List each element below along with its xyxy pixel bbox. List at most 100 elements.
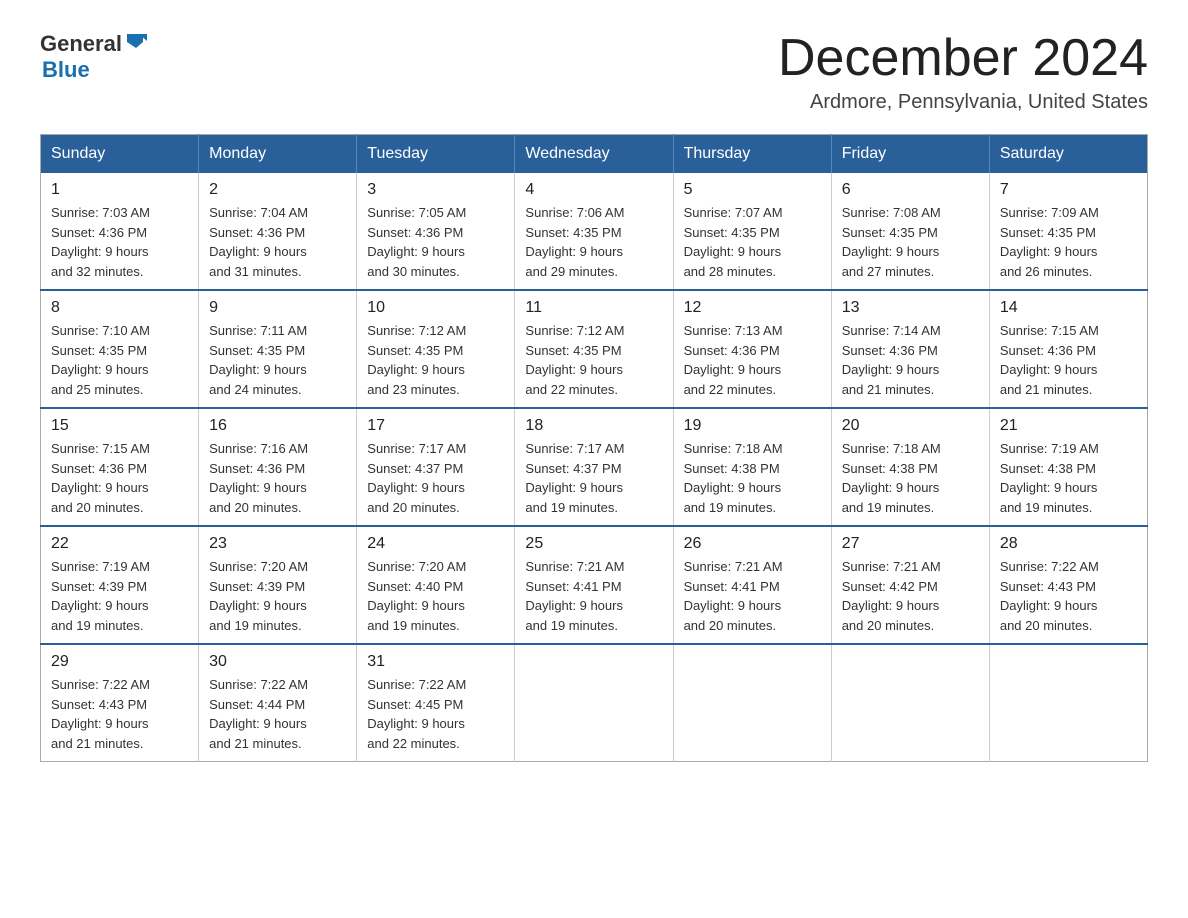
calendar-cell: 23 Sunrise: 7:20 AMSunset: 4:39 PMDaylig…	[199, 526, 357, 644]
day-number: 30	[209, 653, 346, 671]
page-header: General Blue December 2024 Ardmore, Penn…	[40, 30, 1148, 114]
calendar-cell: 22 Sunrise: 7:19 AMSunset: 4:39 PMDaylig…	[41, 526, 199, 644]
col-header-friday: Friday	[831, 135, 989, 174]
day-number: 2	[209, 181, 346, 199]
day-info: Sunrise: 7:15 AMSunset: 4:36 PMDaylight:…	[1000, 321, 1137, 399]
day-number: 6	[842, 181, 979, 199]
day-number: 3	[367, 181, 504, 199]
day-info: Sunrise: 7:03 AMSunset: 4:36 PMDaylight:…	[51, 203, 188, 281]
day-info: Sunrise: 7:19 AMSunset: 4:38 PMDaylight:…	[1000, 439, 1137, 517]
day-info: Sunrise: 7:22 AMSunset: 4:45 PMDaylight:…	[367, 675, 504, 753]
day-info: Sunrise: 7:20 AMSunset: 4:39 PMDaylight:…	[209, 557, 346, 635]
col-header-monday: Monday	[199, 135, 357, 174]
calendar-cell: 30 Sunrise: 7:22 AMSunset: 4:44 PMDaylig…	[199, 644, 357, 762]
calendar-cell: 24 Sunrise: 7:20 AMSunset: 4:40 PMDaylig…	[357, 526, 515, 644]
calendar-cell: 20 Sunrise: 7:18 AMSunset: 4:38 PMDaylig…	[831, 408, 989, 526]
day-number: 14	[1000, 299, 1137, 317]
calendar-cell: 5 Sunrise: 7:07 AMSunset: 4:35 PMDayligh…	[673, 173, 831, 290]
day-number: 4	[525, 181, 662, 199]
day-number: 11	[525, 299, 662, 317]
calendar-cell: 6 Sunrise: 7:08 AMSunset: 4:35 PMDayligh…	[831, 173, 989, 290]
calendar-cell: 4 Sunrise: 7:06 AMSunset: 4:35 PMDayligh…	[515, 173, 673, 290]
day-info: Sunrise: 7:06 AMSunset: 4:35 PMDaylight:…	[525, 203, 662, 281]
calendar-cell	[831, 644, 989, 762]
calendar-cell: 28 Sunrise: 7:22 AMSunset: 4:43 PMDaylig…	[989, 526, 1147, 644]
day-info: Sunrise: 7:11 AMSunset: 4:35 PMDaylight:…	[209, 321, 346, 399]
day-number: 26	[684, 535, 821, 553]
day-number: 29	[51, 653, 188, 671]
calendar-cell: 14 Sunrise: 7:15 AMSunset: 4:36 PMDaylig…	[989, 290, 1147, 408]
day-number: 22	[51, 535, 188, 553]
day-number: 13	[842, 299, 979, 317]
location-title: Ardmore, Pennsylvania, United States	[778, 91, 1148, 114]
day-info: Sunrise: 7:05 AMSunset: 4:36 PMDaylight:…	[367, 203, 504, 281]
logo-general: General	[40, 31, 122, 57]
col-header-saturday: Saturday	[989, 135, 1147, 174]
day-info: Sunrise: 7:13 AMSunset: 4:36 PMDaylight:…	[684, 321, 821, 399]
day-number: 24	[367, 535, 504, 553]
calendar-cell: 2 Sunrise: 7:04 AMSunset: 4:36 PMDayligh…	[199, 173, 357, 290]
day-number: 1	[51, 181, 188, 199]
day-info: Sunrise: 7:09 AMSunset: 4:35 PMDaylight:…	[1000, 203, 1137, 281]
calendar-cell: 7 Sunrise: 7:09 AMSunset: 4:35 PMDayligh…	[989, 173, 1147, 290]
day-number: 9	[209, 299, 346, 317]
calendar-cell: 21 Sunrise: 7:19 AMSunset: 4:38 PMDaylig…	[989, 408, 1147, 526]
calendar-cell: 16 Sunrise: 7:16 AMSunset: 4:36 PMDaylig…	[199, 408, 357, 526]
day-number: 31	[367, 653, 504, 671]
calendar-cell: 29 Sunrise: 7:22 AMSunset: 4:43 PMDaylig…	[41, 644, 199, 762]
calendar-cell: 8 Sunrise: 7:10 AMSunset: 4:35 PMDayligh…	[41, 290, 199, 408]
day-info: Sunrise: 7:08 AMSunset: 4:35 PMDaylight:…	[842, 203, 979, 281]
title-section: December 2024 Ardmore, Pennsylvania, Uni…	[778, 30, 1148, 114]
day-number: 17	[367, 417, 504, 435]
calendar-cell: 25 Sunrise: 7:21 AMSunset: 4:41 PMDaylig…	[515, 526, 673, 644]
day-info: Sunrise: 7:14 AMSunset: 4:36 PMDaylight:…	[842, 321, 979, 399]
calendar-cell: 13 Sunrise: 7:14 AMSunset: 4:36 PMDaylig…	[831, 290, 989, 408]
day-info: Sunrise: 7:19 AMSunset: 4:39 PMDaylight:…	[51, 557, 188, 635]
calendar-cell: 10 Sunrise: 7:12 AMSunset: 4:35 PMDaylig…	[357, 290, 515, 408]
calendar-cell	[989, 644, 1147, 762]
day-info: Sunrise: 7:21 AMSunset: 4:41 PMDaylight:…	[684, 557, 821, 635]
day-number: 28	[1000, 535, 1137, 553]
calendar-cell: 3 Sunrise: 7:05 AMSunset: 4:36 PMDayligh…	[357, 173, 515, 290]
day-info: Sunrise: 7:17 AMSunset: 4:37 PMDaylight:…	[367, 439, 504, 517]
day-info: Sunrise: 7:18 AMSunset: 4:38 PMDaylight:…	[842, 439, 979, 517]
col-header-thursday: Thursday	[673, 135, 831, 174]
day-info: Sunrise: 7:10 AMSunset: 4:35 PMDaylight:…	[51, 321, 188, 399]
month-title: December 2024	[778, 30, 1148, 87]
calendar-table: SundayMondayTuesdayWednesdayThursdayFrid…	[40, 134, 1148, 762]
calendar-cell: 9 Sunrise: 7:11 AMSunset: 4:35 PMDayligh…	[199, 290, 357, 408]
calendar-cell: 17 Sunrise: 7:17 AMSunset: 4:37 PMDaylig…	[357, 408, 515, 526]
day-info: Sunrise: 7:12 AMSunset: 4:35 PMDaylight:…	[525, 321, 662, 399]
day-number: 10	[367, 299, 504, 317]
day-number: 16	[209, 417, 346, 435]
day-info: Sunrise: 7:04 AMSunset: 4:36 PMDaylight:…	[209, 203, 346, 281]
day-number: 7	[1000, 181, 1137, 199]
day-number: 21	[1000, 417, 1137, 435]
calendar-cell: 11 Sunrise: 7:12 AMSunset: 4:35 PMDaylig…	[515, 290, 673, 408]
calendar-cell: 26 Sunrise: 7:21 AMSunset: 4:41 PMDaylig…	[673, 526, 831, 644]
day-number: 15	[51, 417, 188, 435]
day-number: 12	[684, 299, 821, 317]
day-info: Sunrise: 7:20 AMSunset: 4:40 PMDaylight:…	[367, 557, 504, 635]
day-info: Sunrise: 7:22 AMSunset: 4:43 PMDaylight:…	[51, 675, 188, 753]
day-info: Sunrise: 7:16 AMSunset: 4:36 PMDaylight:…	[209, 439, 346, 517]
day-number: 25	[525, 535, 662, 553]
calendar-cell	[673, 644, 831, 762]
col-header-sunday: Sunday	[41, 135, 199, 174]
logo-icon	[125, 30, 147, 52]
calendar-cell: 27 Sunrise: 7:21 AMSunset: 4:42 PMDaylig…	[831, 526, 989, 644]
calendar-cell	[515, 644, 673, 762]
day-number: 5	[684, 181, 821, 199]
day-number: 20	[842, 417, 979, 435]
day-info: Sunrise: 7:22 AMSunset: 4:43 PMDaylight:…	[1000, 557, 1137, 635]
day-number: 8	[51, 299, 188, 317]
day-number: 23	[209, 535, 346, 553]
calendar-cell: 19 Sunrise: 7:18 AMSunset: 4:38 PMDaylig…	[673, 408, 831, 526]
day-info: Sunrise: 7:22 AMSunset: 4:44 PMDaylight:…	[209, 675, 346, 753]
day-info: Sunrise: 7:15 AMSunset: 4:36 PMDaylight:…	[51, 439, 188, 517]
calendar-cell: 1 Sunrise: 7:03 AMSunset: 4:36 PMDayligh…	[41, 173, 199, 290]
day-info: Sunrise: 7:17 AMSunset: 4:37 PMDaylight:…	[525, 439, 662, 517]
day-info: Sunrise: 7:07 AMSunset: 4:35 PMDaylight:…	[684, 203, 821, 281]
calendar-cell: 31 Sunrise: 7:22 AMSunset: 4:45 PMDaylig…	[357, 644, 515, 762]
day-number: 18	[525, 417, 662, 435]
